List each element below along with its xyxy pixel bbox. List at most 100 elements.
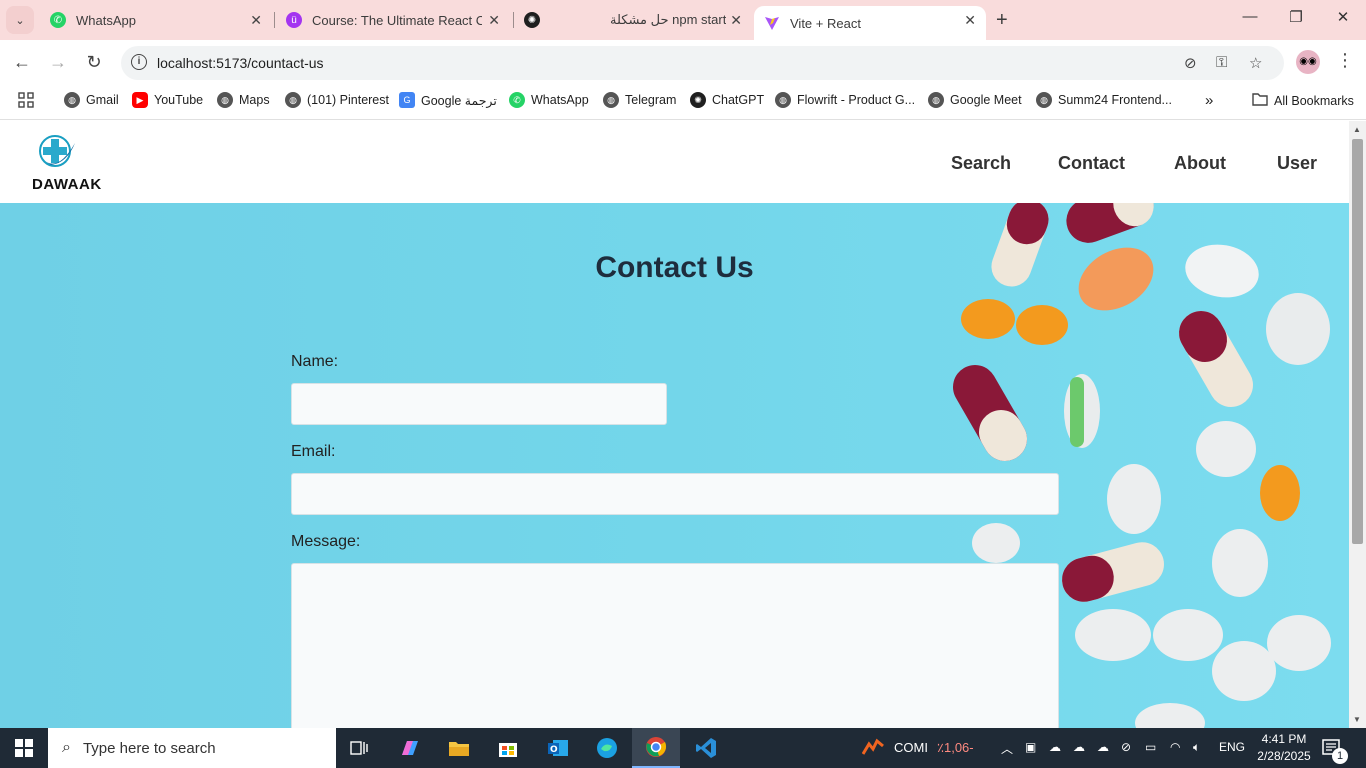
tab-divider [274, 12, 275, 28]
youtube-icon: ▶ [132, 92, 148, 108]
url-text[interactable]: localhost:5173/countact-us [157, 55, 324, 71]
bookmark-summ24[interactable]: ◍ Summ24 Frontend... [1036, 92, 1172, 108]
globe-icon: ◍ [1036, 92, 1052, 108]
bookmark-youtube[interactable]: ▶ YouTube [132, 92, 203, 108]
windows-taskbar: ⌕ Type here to search O COMI ٪1,06- ︿ ▣ … [0, 728, 1366, 768]
new-tab-button[interactable]: + [996, 9, 1008, 32]
reload-button[interactable]: ↻ [82, 52, 106, 73]
scrollbar-thumb[interactable] [1352, 139, 1363, 544]
search-icon: ⌕ [62, 739, 71, 756]
bookmark-maps[interactable]: ◍ Maps [217, 92, 270, 108]
bookmark-label: Google Meet [950, 93, 1022, 107]
vscode-icon[interactable] [682, 728, 730, 768]
restore-button[interactable]: ❐ [1273, 8, 1319, 26]
tab-search-button[interactable]: ⌄ [6, 6, 34, 34]
vite-icon [764, 15, 780, 31]
minimize-button[interactable]: — [1227, 8, 1273, 25]
tab-divider [513, 12, 514, 28]
chrome-icon[interactable] [632, 728, 680, 768]
microsoft-store-icon[interactable] [484, 728, 532, 768]
site-info-icon[interactable]: i [131, 54, 147, 70]
bookmark-label: YouTube [154, 93, 204, 107]
bookmark-whatsapp[interactable]: ✆ WhatsApp [509, 92, 589, 108]
apps-icon[interactable] [18, 92, 34, 108]
tab-title: حل مشكلة npm start [610, 12, 727, 27]
tab-npm-start[interactable]: حل مشكلة npm start ✕ [556, 0, 752, 40]
taskbar-search-box[interactable]: ⌕ Type here to search [48, 728, 336, 768]
system-clock[interactable]: 4:41 PM 2/28/2025 [1252, 731, 1316, 765]
notification-badge: 1 [1332, 748, 1348, 764]
bookmark-google-translate[interactable]: G Google ترجمة [399, 92, 497, 108]
brand-name[interactable]: DAWAAK [32, 176, 102, 193]
bookmark-gmail[interactable]: ◍ Gmail [64, 92, 119, 108]
bookmark-label: (101) Pinterest [307, 93, 389, 107]
tab-vite-react[interactable]: Vite + React ✕ [754, 6, 986, 40]
back-button[interactable]: ← [10, 52, 34, 73]
bookmark-flowrift[interactable]: ◍ Flowrift - Product G... [775, 92, 915, 108]
eye-off-icon[interactable]: ⊘ [1184, 54, 1197, 72]
network-off-icon[interactable]: ⊘ [1121, 740, 1131, 754]
copilot-icon[interactable] [386, 728, 434, 768]
tab-chatgpt[interactable]: ✺ [516, 0, 556, 40]
email-input[interactable] [291, 473, 1059, 515]
onedrive-sync-icon[interactable]: ☁ [1073, 740, 1085, 754]
bookmark-label: Gmail [86, 93, 119, 107]
tab-whatsapp[interactable]: ✆ WhatsApp ✕ [40, 0, 272, 40]
star-icon[interactable]: ☆ [1249, 54, 1262, 72]
bookmarks-bar: ◍ Gmail ▶ YouTube ◍ Maps ◍ (101) Pinterest G… [0, 86, 1366, 120]
stock-ticker[interactable]: COMI [894, 740, 928, 755]
bookmark-telegram[interactable]: ◍ Telegram [603, 92, 676, 108]
chatgpt-icon: ✺ [690, 92, 706, 108]
nav-about-link[interactable]: About [1174, 153, 1226, 174]
menu-icon[interactable]: ⋮ [1336, 50, 1354, 71]
stock-chart-icon[interactable] [861, 738, 884, 759]
message-textarea[interactable] [291, 563, 1059, 728]
close-icon[interactable]: ✕ [488, 12, 500, 29]
nav-contact-link[interactable]: Contact [1058, 153, 1125, 174]
edge-icon[interactable] [583, 728, 631, 768]
bookmark-label: Summ24 Frontend... [1058, 93, 1172, 107]
tab-react-course[interactable]: ü Course: The Ultimate React Cou ✕ [276, 0, 510, 40]
bookmark-label: Telegram [625, 93, 677, 107]
wifi-icon[interactable]: ◠ [1170, 740, 1180, 754]
close-window-button[interactable]: ✕ [1320, 8, 1366, 26]
meet-now-icon[interactable]: ▣ [1025, 740, 1036, 754]
close-icon[interactable]: ✕ [964, 12, 976, 29]
message-label: Message: [291, 533, 361, 550]
onedrive-business-icon[interactable]: ☁ [1097, 740, 1109, 754]
address-bar[interactable]: i localhost:5173/countact-us ⊘ ⚿ ☆ [121, 46, 1284, 80]
nav-user-link[interactable]: User [1277, 153, 1317, 174]
key-icon[interactable]: ⚿ [1216, 54, 1227, 71]
bookmark-pinterest[interactable]: ◍ (101) Pinterest [285, 92, 389, 108]
medical-cross-logo-icon[interactable] [37, 133, 77, 171]
outlook-icon[interactable]: O [534, 728, 582, 768]
onedrive-icon[interactable]: ☁ [1049, 740, 1061, 754]
bookmark-google-meet[interactable]: ◍ Google Meet [928, 92, 1022, 108]
windows-start-button[interactable] [0, 728, 48, 768]
name-label: Name: [291, 353, 339, 370]
volume-icon[interactable]: 🔈︎ [1193, 740, 1200, 755]
scroll-up-arrow-icon[interactable]: ▲ [1353, 125, 1361, 134]
task-view-icon[interactable] [336, 728, 384, 768]
all-bookmarks-button[interactable]: All Bookmarks [1252, 92, 1354, 109]
bookmark-label: Maps [239, 93, 270, 107]
close-icon[interactable]: ✕ [730, 12, 742, 29]
more-bookmarks-chevron-icon[interactable]: » [1205, 92, 1213, 109]
udemy-icon: ü [286, 12, 302, 28]
battery-icon[interactable]: ▭ [1145, 740, 1156, 754]
language-indicator[interactable]: ENG [1219, 740, 1245, 754]
profile-avatar[interactable]: ◉◉ [1296, 50, 1320, 74]
name-input[interactable] [291, 383, 667, 425]
page-scrollbar[interactable]: ▲ ▼ [1349, 121, 1366, 728]
forward-button[interactable]: → [46, 52, 70, 73]
nav-search-link[interactable]: Search [951, 153, 1011, 174]
browser-tab-strip: ⌄ ✆ WhatsApp ✕ ü Course: The Ultimate Re… [0, 0, 1366, 40]
file-explorer-icon[interactable] [435, 728, 483, 768]
bookmark-chatgpt[interactable]: ✺ ChatGPT [690, 92, 764, 108]
globe-icon: ◍ [217, 92, 233, 108]
close-icon[interactable]: ✕ [250, 12, 262, 29]
tab-title: Course: The Ultimate React Cou [312, 12, 482, 28]
stock-change[interactable]: ٪1,06- [937, 740, 974, 756]
show-hidden-icons-chevron-icon[interactable]: ︿ [1001, 740, 1013, 757]
scroll-down-arrow-icon[interactable]: ▼ [1353, 715, 1361, 724]
